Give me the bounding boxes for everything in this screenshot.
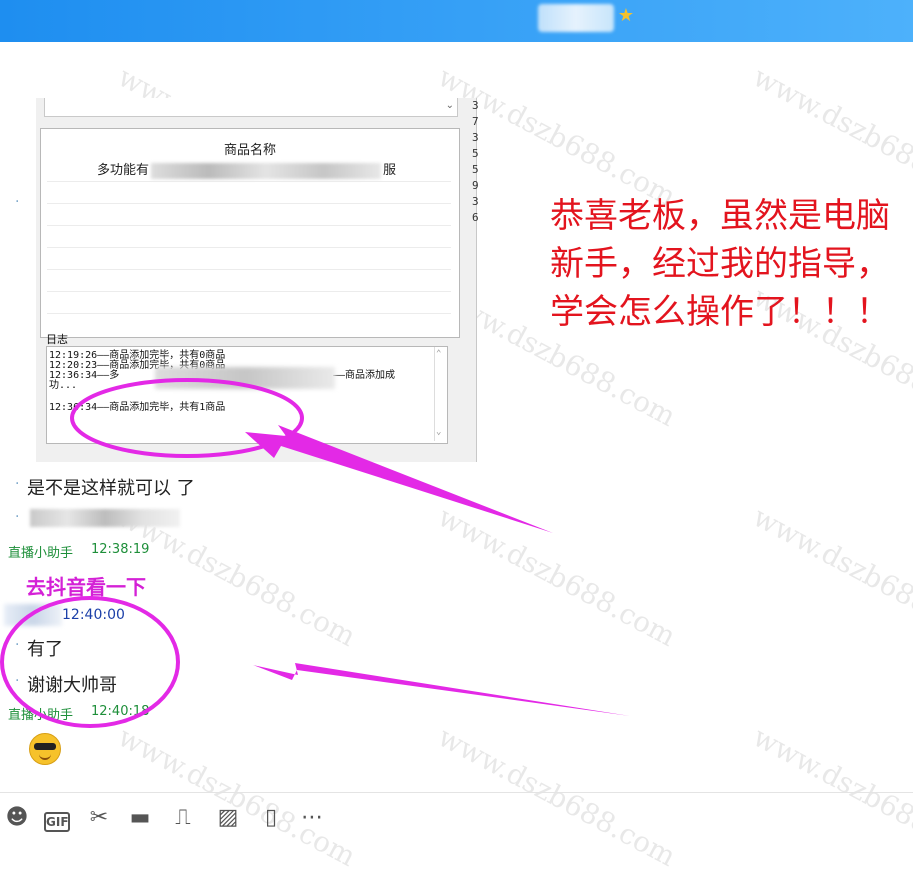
dropdown-box: ⌄ bbox=[44, 98, 458, 117]
folder-icon[interactable]: ▬ bbox=[125, 800, 155, 834]
scrollbar[interactable]: ⌃ ⌄ bbox=[434, 347, 447, 441]
smile bbox=[39, 753, 51, 760]
side-digit: 3 bbox=[472, 99, 479, 112]
phone-icon[interactable]: ▯ bbox=[256, 800, 286, 834]
annotation-pink-text: 去抖音看一下 bbox=[26, 575, 146, 599]
sender-avatar bbox=[4, 604, 62, 626]
screenshot-image[interactable]: ⌄ 商品名称 多功能有 服 日志 12:19:26——商品添加完毕，共有0商品 1… bbox=[36, 98, 479, 462]
side-digit: 3 bbox=[472, 195, 479, 208]
side-digit: 9 bbox=[472, 179, 479, 192]
watermark: www.dszb688.com bbox=[747, 59, 913, 214]
side-digit: 7 bbox=[472, 115, 479, 128]
message-bullet: · bbox=[15, 637, 20, 653]
row-divider bbox=[47, 203, 451, 204]
contact-avatar[interactable] bbox=[538, 4, 614, 32]
emoji-icon[interactable]: ☻ bbox=[2, 800, 32, 834]
message-time: 12:40:00 bbox=[62, 607, 125, 623]
watermark: www.dszb688.com bbox=[747, 719, 913, 874]
chevron-down-icon: ⌄ bbox=[445, 100, 454, 111]
log-label: 日志 bbox=[46, 333, 68, 346]
product-header: 商品名称 bbox=[223, 143, 276, 158]
sunglasses bbox=[34, 743, 56, 750]
row-divider bbox=[47, 247, 451, 248]
log-box: 12:19:26——商品添加完毕，共有0商品 12:20:23——商品添加完毕，… bbox=[46, 346, 448, 444]
watermark: www.dszb688.com bbox=[432, 719, 682, 874]
log-line: 12:36:34——商品添加完毕，共有1商品 bbox=[49, 402, 226, 413]
redacted-message bbox=[30, 509, 180, 527]
image-icon[interactable]: ▨ bbox=[213, 800, 243, 834]
side-column: 3 7 3 5 5 9 3 6 bbox=[472, 98, 486, 348]
product-row: 多功能有 服 bbox=[97, 159, 396, 179]
side-digit: 5 bbox=[472, 147, 479, 160]
message-bullet: · bbox=[15, 476, 20, 492]
chevron-up-icon: ⌃ bbox=[436, 349, 442, 359]
message-bullet: · bbox=[15, 673, 20, 689]
row-divider bbox=[47, 313, 451, 314]
redacted-text bbox=[151, 162, 382, 179]
message-bullet: · bbox=[15, 194, 20, 210]
row-divider bbox=[47, 225, 451, 226]
chat-message: 谢谢大帅哥 bbox=[27, 675, 117, 696]
divider bbox=[0, 792, 913, 793]
cool-emoji-icon bbox=[29, 733, 61, 765]
side-digit: 3 bbox=[472, 131, 479, 144]
log-line: 功... bbox=[49, 380, 78, 391]
product-name-suffix: 服 bbox=[383, 163, 397, 178]
vip-star-icon: ★ bbox=[617, 5, 635, 26]
sender-name: 直播小助手 bbox=[8, 546, 74, 561]
row-divider bbox=[47, 291, 451, 292]
annotation-red-text: 恭喜老板，虽然是电脑新手，经过我的指导，学会怎么操作了！！！ bbox=[550, 196, 890, 332]
redacted-text bbox=[155, 367, 335, 389]
chat-message: 有了 bbox=[27, 639, 63, 660]
side-digit: 5 bbox=[472, 163, 479, 176]
title-bar: ★ bbox=[0, 0, 913, 42]
arrow-lower bbox=[253, 663, 630, 716]
row-divider bbox=[47, 181, 451, 182]
product-list: 商品名称 多功能有 服 bbox=[40, 128, 460, 338]
gif-icon[interactable]: GIF bbox=[42, 800, 72, 834]
message-bullet: · bbox=[15, 509, 20, 525]
scissors-icon[interactable]: ✂ bbox=[84, 800, 114, 834]
watermark: www.dszb688.com bbox=[432, 499, 682, 654]
chevron-down-icon: ⌄ bbox=[436, 427, 442, 437]
more-icon[interactable]: ⋯ bbox=[297, 800, 327, 834]
row-divider bbox=[47, 269, 451, 270]
message-time: 12:38:19 bbox=[91, 542, 150, 557]
message-time: 12:40:18 bbox=[91, 704, 150, 719]
product-name-prefix: 多功能有 bbox=[97, 163, 150, 178]
watermark: www.dszb688.com bbox=[747, 499, 913, 654]
sender-name: 直播小助手 bbox=[8, 708, 74, 723]
side-digit: 6 bbox=[472, 211, 479, 224]
log-line: ——商品添加成 bbox=[333, 370, 396, 381]
chat-message: 是不是这样就可以 了 bbox=[27, 478, 195, 499]
gift-icon[interactable]: ⎍ bbox=[168, 800, 198, 834]
watermark: www.dszb688.com bbox=[112, 719, 362, 874]
